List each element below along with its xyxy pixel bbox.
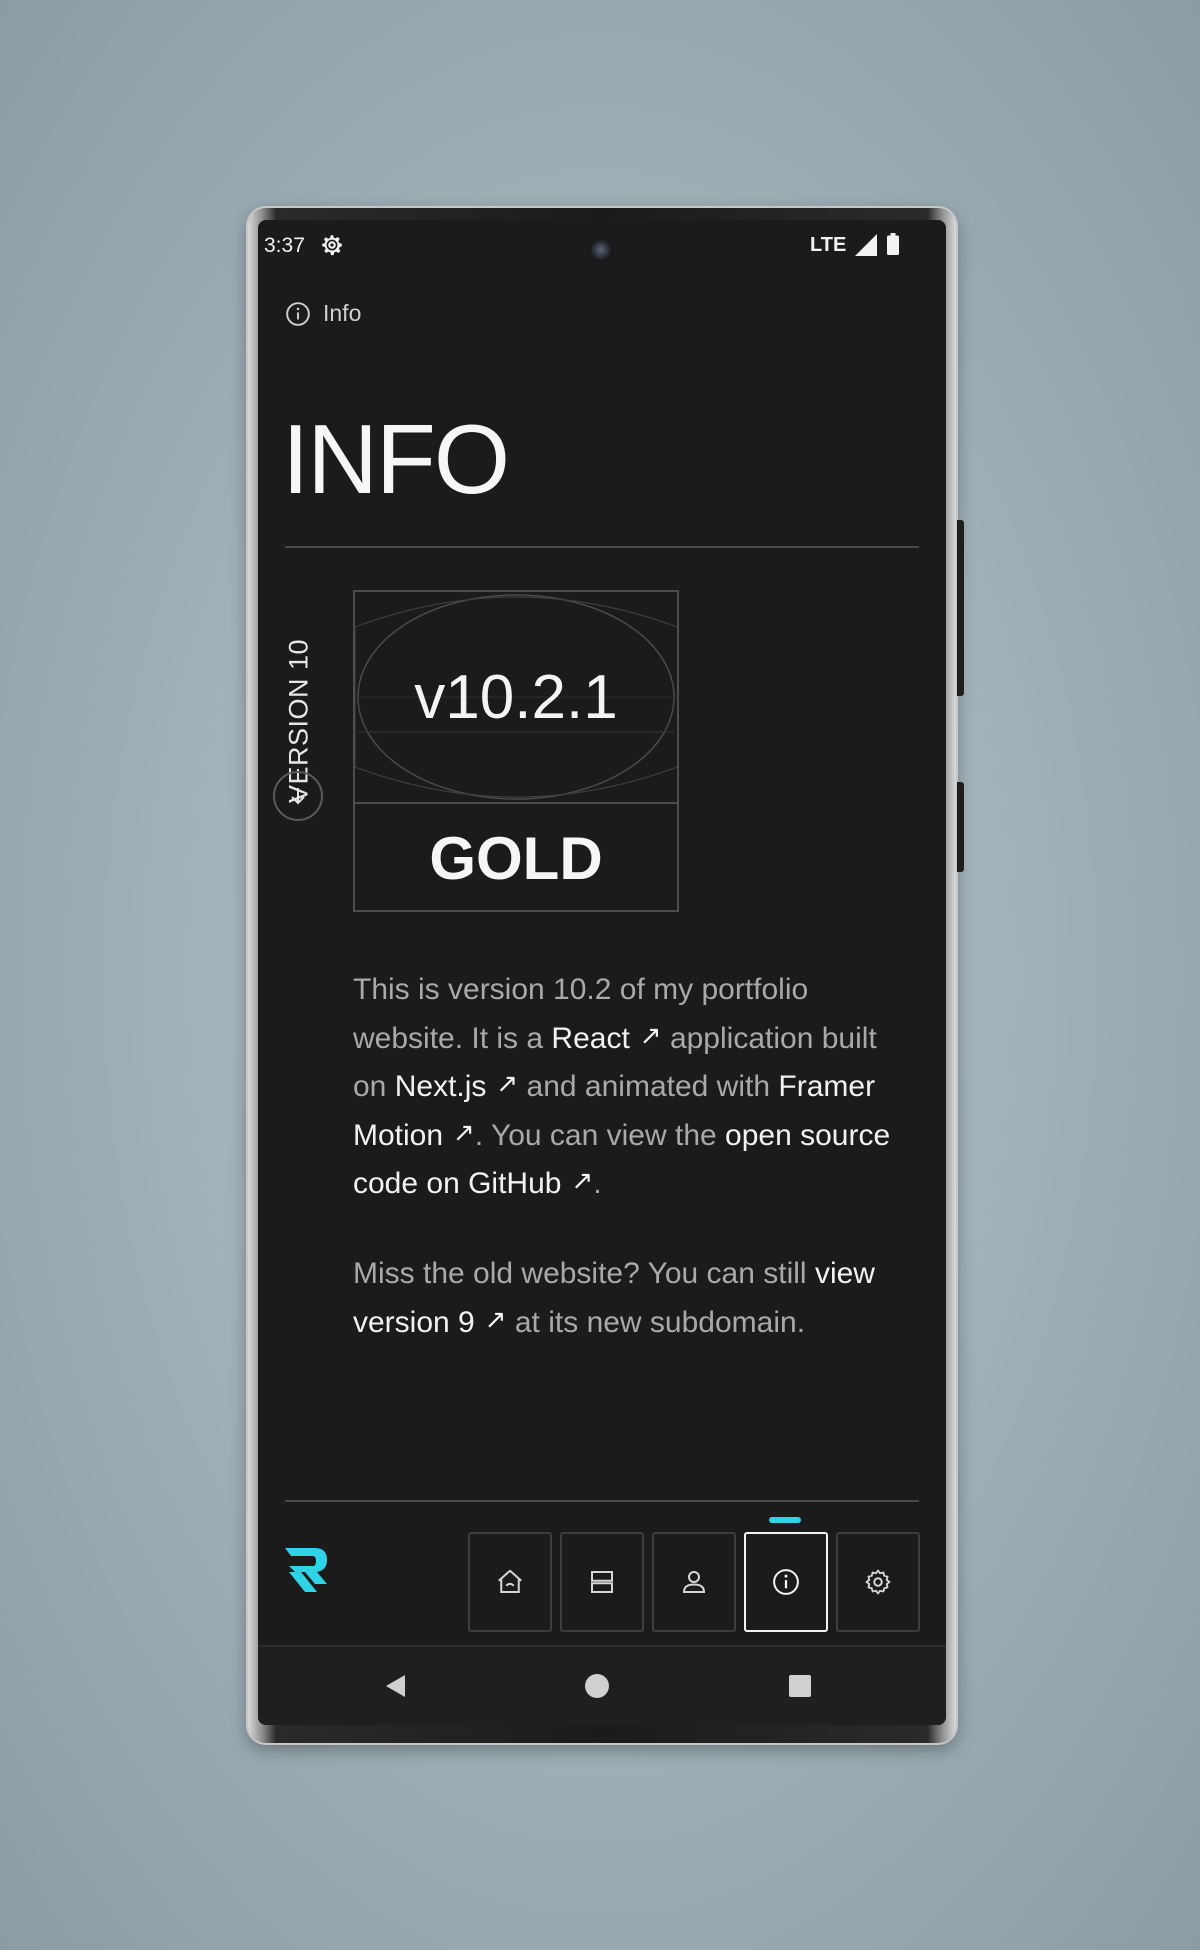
brand-logo[interactable]	[285, 1546, 329, 1594]
tab-about[interactable]	[652, 1532, 736, 1632]
power-button	[957, 782, 964, 872]
system-navigation-bar	[258, 1645, 946, 1725]
projects-icon	[591, 1571, 613, 1593]
arrow-down-icon	[291, 788, 305, 805]
tab-settings[interactable]	[836, 1532, 920, 1632]
scroll-down-button[interactable]	[273, 771, 323, 821]
network-type: LTE	[810, 234, 847, 256]
info-icon	[773, 1569, 799, 1595]
settings-gear-icon	[322, 235, 343, 256]
description-text: and animated with	[526, 1070, 771, 1103]
front-camera	[591, 240, 613, 262]
home-button-icon[interactable]	[582, 1671, 612, 1701]
section-label: Info	[285, 300, 361, 327]
react-link-label: React	[551, 1021, 630, 1055]
version-badge-top: v10.2.1	[355, 592, 677, 802]
external-link-icon: ↗	[571, 1165, 594, 1195]
back-icon[interactable]	[381, 1671, 411, 1701]
home-icon	[498, 1569, 522, 1593]
section-label-text: Info	[323, 300, 362, 326]
version-tier: GOLD	[429, 824, 603, 892]
phone-frame: 3:37 LTE Info INFO VERSION 10 v10.2.1 GO…	[248, 208, 964, 1743]
react-link[interactable]: React ↗	[551, 1020, 661, 1055]
user-icon	[682, 1571, 706, 1593]
external-link-icon: ↗	[496, 1068, 519, 1098]
status-time: 3:37	[264, 234, 305, 257]
external-link-icon: ↗	[453, 1116, 475, 1147]
info-circle-icon	[286, 301, 310, 326]
old-website-text: Miss the old website? You can still	[353, 1257, 807, 1290]
nav-divider	[285, 1500, 919, 1502]
tab-home[interactable]	[468, 1532, 552, 1632]
description-text: . You can view the	[474, 1118, 717, 1152]
phone-screen: 3:37 LTE Info INFO VERSION 10 v10.2.1 GO…	[258, 220, 946, 1725]
recents-icon[interactable]	[785, 1671, 815, 1701]
version-number: v10.2.1	[414, 662, 618, 732]
tab-info[interactable]	[744, 1532, 828, 1632]
volume-button	[957, 520, 964, 696]
title-divider	[285, 546, 919, 548]
tab-projects[interactable]	[560, 1532, 644, 1632]
status-bar: 3:37 LTE	[258, 220, 946, 270]
nextjs-link-label: Next.js	[394, 1070, 487, 1103]
signal-icon	[855, 234, 877, 256]
version-side-column: VERSION 10	[273, 588, 325, 821]
external-link-icon: ↗	[484, 1303, 507, 1334]
active-tab-indicator	[769, 1517, 801, 1523]
battery-icon	[887, 233, 899, 255]
nextjs-link[interactable]: Next.js ↗	[394, 1068, 518, 1103]
settings-icon	[865, 1569, 891, 1595]
page-title: INFO	[282, 404, 510, 514]
external-link-icon: ↗	[639, 1019, 662, 1050]
description-paragraph: This is version 10.2 of my portfolio web…	[353, 966, 913, 1209]
description-text: .	[593, 1167, 602, 1200]
old-website-paragraph: Miss the old website? You can still view…	[353, 1250, 913, 1347]
version-badge: v10.2.1 GOLD	[353, 590, 679, 912]
old-website-text: at its new subdomain.	[514, 1305, 806, 1339]
